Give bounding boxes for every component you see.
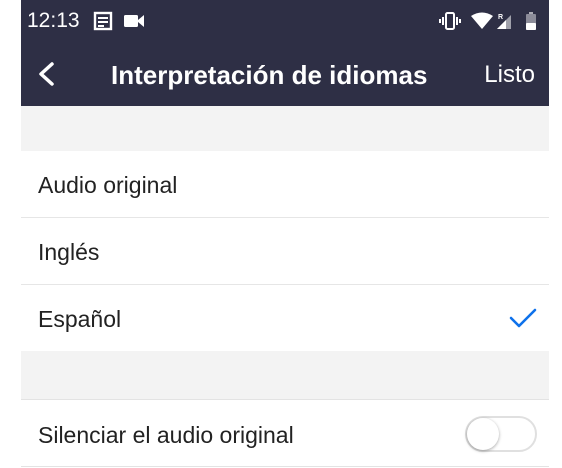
toggle-knob bbox=[467, 418, 499, 450]
language-option-english[interactable]: Inglés bbox=[21, 218, 549, 285]
language-list: Audio original Inglés Español bbox=[21, 151, 549, 351]
back-button[interactable] bbox=[29, 56, 63, 92]
signal-roaming-icon: R bbox=[495, 11, 513, 31]
wifi-icon bbox=[471, 12, 493, 30]
status-right-icons: R bbox=[439, 10, 537, 32]
language-option-label: Español bbox=[38, 306, 122, 332]
video-camera-icon bbox=[123, 13, 145, 29]
mute-original-audio-row: Silenciar el audio original bbox=[21, 400, 549, 467]
mute-original-audio-label: Silenciar el audio original bbox=[38, 422, 294, 448]
status-bar: 12:13 R bbox=[21, 0, 549, 42]
status-left-icons bbox=[93, 10, 145, 32]
section-spacer bbox=[21, 351, 549, 400]
page-title: Interpretación de idiomas bbox=[111, 60, 428, 90]
language-interpretation-screen: 12:13 R Interpretación de idiomas Listo … bbox=[21, 0, 549, 468]
checkmark-icon bbox=[509, 307, 537, 329]
section-spacer bbox=[21, 106, 549, 151]
language-option-label: Inglés bbox=[38, 239, 100, 265]
news-icon bbox=[93, 11, 113, 31]
status-time: 12:13 bbox=[27, 9, 80, 32]
language-option-spanish[interactable]: Español bbox=[21, 285, 549, 351]
language-option-label: Audio original bbox=[38, 172, 178, 198]
language-option-original-audio[interactable]: Audio original bbox=[21, 151, 549, 218]
vibrate-icon bbox=[439, 11, 461, 31]
done-button[interactable]: Listo bbox=[484, 60, 535, 90]
mute-original-audio-toggle[interactable] bbox=[465, 416, 537, 452]
battery-icon bbox=[525, 11, 537, 31]
nav-bar: Interpretación de idiomas Listo bbox=[21, 42, 549, 106]
svg-text:R: R bbox=[498, 14, 503, 21]
chevron-left-icon bbox=[37, 61, 55, 87]
